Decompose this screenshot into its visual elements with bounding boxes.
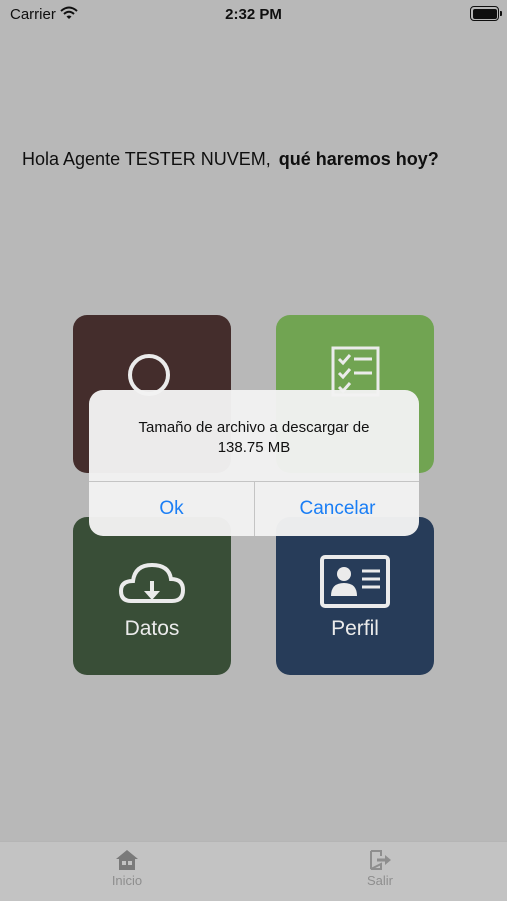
- cancel-button[interactable]: Cancelar: [255, 482, 420, 536]
- tab-salir-label: Salir: [366, 873, 393, 888]
- app-screen: Carrier 2:32 PM Hola Agente TESTER NUVEM…: [0, 0, 507, 901]
- alert-message-line1: Tamaño de archivo a descargar de: [138, 419, 370, 436]
- alert-message-line2: 138.75 MB: [217, 439, 291, 456]
- tab-inicio-label: Inicio: [111, 873, 143, 888]
- download-alert: Tamaño de archivo a descargar de 138.75 …: [89, 390, 419, 536]
- ok-button[interactable]: Ok: [89, 482, 254, 536]
- home-icon: [116, 850, 138, 870]
- logout-icon: [370, 850, 391, 870]
- alert-message: Tamaño de archivo a descargar de 138.75 …: [99, 418, 409, 458]
- tab-inicio[interactable]: Inicio: [67, 848, 187, 888]
- tab-bar: Inicio Salir: [0, 841, 507, 901]
- tab-salir[interactable]: Salir: [320, 848, 440, 888]
